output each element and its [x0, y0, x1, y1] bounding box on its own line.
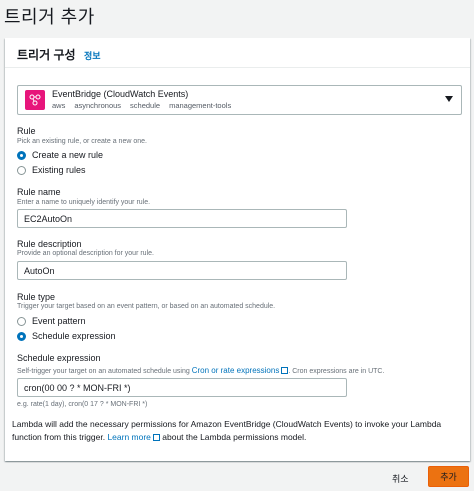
- cancel-button[interactable]: 취소: [392, 472, 409, 485]
- info-link[interactable]: 정보: [84, 51, 101, 61]
- rule-label: Rule: [17, 126, 36, 136]
- schedule-desc-text: Self-trigger your target on an automated…: [17, 368, 192, 375]
- radio-label: Schedule expression: [32, 331, 116, 341]
- page-title: 트리거 추가: [4, 7, 95, 27]
- tag: asynchronous: [74, 101, 122, 110]
- radio-label: Create a new rule: [32, 150, 104, 160]
- trigger-source-tags: aws asynchronous schedule management-tools: [52, 101, 240, 110]
- schedule-desc-suffix: . Cron expressions are in UTC.: [288, 368, 385, 375]
- permissions-suffix: about the Lambda permissions model.: [159, 432, 307, 442]
- rule-desc-description: Provide an optional description for your…: [17, 250, 154, 257]
- eventbridge-icon: [25, 90, 45, 110]
- radio-label: Existing rules: [32, 165, 86, 175]
- schedule-description: Self-trigger your target on an automated…: [17, 366, 384, 375]
- tag: schedule: [130, 101, 161, 110]
- radio-event-pattern[interactable]: Event pattern: [17, 316, 86, 326]
- radio-button[interactable]: [17, 331, 26, 341]
- panel-title: 트리거 구성: [17, 48, 76, 62]
- radio-create-new-rule[interactable]: Create a new rule: [17, 150, 103, 160]
- rule-name-description: Enter a name to uniquely identify your r…: [17, 199, 151, 206]
- tag: management-tools: [169, 101, 232, 110]
- radio-schedule-expression[interactable]: Schedule expression: [17, 331, 116, 341]
- permissions-note: Lambda will add the necessary permission…: [5, 418, 459, 444]
- rule-description: Pick an existing rule, or create a new o…: [17, 138, 147, 145]
- schedule-expression-input[interactable]: cron(00 00 ? * MON-FRI *): [17, 378, 347, 397]
- rule-name-input[interactable]: EC2AutoOn: [17, 209, 347, 228]
- radio-existing-rules[interactable]: Existing rules: [17, 165, 86, 175]
- radio-label: Event pattern: [32, 316, 86, 326]
- caret-down-icon[interactable]: [445, 96, 453, 102]
- rule-desc-label: Rule description: [17, 239, 82, 249]
- radio-button[interactable]: [17, 150, 26, 160]
- tag: aws: [52, 101, 66, 110]
- add-button[interactable]: 추가: [428, 466, 469, 487]
- trigger-source-select[interactable]: EventBridge (CloudWatch Events) aws async…: [17, 85, 462, 115]
- rule-description-input[interactable]: AutoOn: [17, 261, 347, 280]
- trigger-source-name: EventBridge (CloudWatch Events): [52, 89, 189, 99]
- radio-button[interactable]: [17, 316, 26, 326]
- radio-button[interactable]: [17, 165, 26, 175]
- external-link-icon[interactable]: [152, 434, 160, 441]
- cron-rate-link[interactable]: Cron or rate expressions: [192, 366, 280, 375]
- rule-type-label: Rule type: [17, 292, 56, 302]
- external-link-icon[interactable]: [281, 367, 289, 374]
- schedule-label: Schedule expression: [17, 353, 101, 363]
- learn-more-link[interactable]: Learn more: [107, 432, 150, 442]
- schedule-hint: e.g. rate(1 day), cron(0 17 ? * MON-FRI …: [17, 401, 148, 408]
- panel-header: 트리거 구성 정보: [5, 38, 470, 68]
- rule-name-label: Rule name: [17, 187, 61, 197]
- rule-type-description: Trigger your target based on an event pa…: [17, 303, 276, 310]
- trigger-config-panel: 트리거 구성 정보 EventBridge (CloudWatch Events…: [5, 38, 470, 461]
